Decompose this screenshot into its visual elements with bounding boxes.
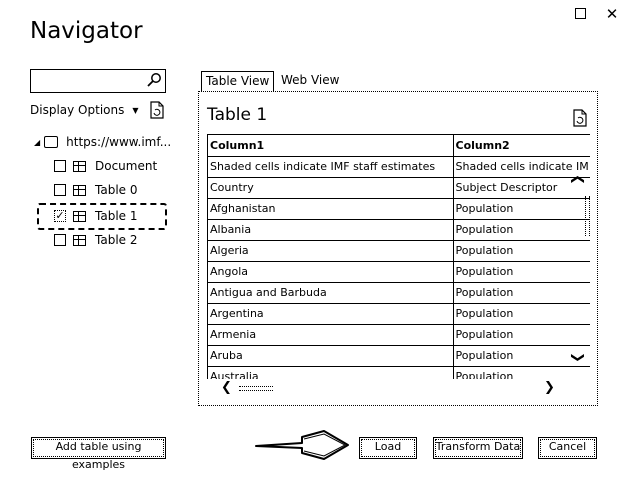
table-row: Shaded cells indicate IMF staff estimate… xyxy=(208,156,590,178)
expand-icon[interactable]: ◢ xyxy=(34,138,40,147)
search-icon[interactable] xyxy=(146,72,162,88)
table-row: Algeria Population xyxy=(208,240,590,262)
chevron-down-icon: ▼ xyxy=(132,106,139,115)
table-cell: Population xyxy=(453,219,590,241)
arrow-annotation-icon xyxy=(255,430,349,460)
tree-item-label: Table 0 xyxy=(95,183,138,197)
tree-root-label: https://www.imf... xyxy=(66,135,172,149)
column-header: Column2 xyxy=(453,135,590,157)
checkbox[interactable] xyxy=(54,234,66,246)
table-cell: Australia xyxy=(208,366,454,379)
column-header: Column1 xyxy=(208,135,454,157)
horizontal-scrollbar[interactable] xyxy=(239,386,273,391)
table-cell: Population xyxy=(453,198,590,220)
table-cell: Afghanistan xyxy=(208,198,454,220)
display-options-label: Display Options xyxy=(30,103,125,117)
table-row: Aruba Population xyxy=(208,345,590,367)
table-row: Country Subject Descriptor xyxy=(208,177,590,199)
add-table-using-examples-button[interactable]: Add table using examples xyxy=(31,437,166,471)
table-row: Angola Population xyxy=(208,261,590,283)
tree-item-label: Document xyxy=(95,159,158,173)
vertical-scrollbar[interactable] xyxy=(585,196,590,236)
refresh-icon[interactable] xyxy=(149,101,165,119)
tree-item-document[interactable]: Document xyxy=(54,157,157,175)
maximize-icon[interactable] xyxy=(570,4,590,24)
tree-item-table-1[interactable]: ✓ Table 1 xyxy=(54,207,137,225)
table-row: Albania Population xyxy=(208,219,590,241)
table-icon xyxy=(73,210,86,222)
web-source-icon xyxy=(44,136,59,148)
table-cell: Country xyxy=(208,177,454,199)
tree-item-table-2[interactable]: Table 2 xyxy=(54,231,137,249)
cancel-button[interactable]: Cancel xyxy=(538,437,597,459)
table-cell: Argentina xyxy=(208,303,454,325)
table-header-row: Column1 Column2 xyxy=(208,135,590,157)
preview-pane: Table 1 Column1 Column2 Shaded cells ind… xyxy=(198,91,598,406)
table-cell: Angola xyxy=(208,261,454,283)
table-cell: Albania xyxy=(208,219,454,241)
scroll-up-icon[interactable]: ❯ xyxy=(570,174,585,185)
table-row: Australia Population xyxy=(208,366,590,379)
load-button[interactable]: Load xyxy=(359,437,417,459)
table-cell: Aruba xyxy=(208,345,454,367)
display-options-dropdown[interactable]: Display Options ▼ xyxy=(30,103,139,117)
table-cell: Algeria xyxy=(208,240,454,262)
table-row: Armenia Population xyxy=(208,324,590,346)
scroll-right-icon[interactable]: ❯ xyxy=(544,380,555,395)
table-row: Argentina Population xyxy=(208,303,590,325)
close-icon[interactable]: ✕ xyxy=(602,4,622,24)
transform-data-button[interactable]: Transform Data xyxy=(433,437,523,459)
table-cell: Population xyxy=(453,261,590,283)
scroll-down-icon[interactable]: ❯ xyxy=(570,352,585,363)
table-row: Antigua and Barbuda Population xyxy=(208,282,590,304)
table-cell: Population xyxy=(453,324,590,346)
table-cell: Shaded cells indicate IMF staff estimate… xyxy=(208,156,454,178)
preview-title: Table 1 xyxy=(207,105,268,125)
tree-item-label: Table 2 xyxy=(95,233,138,247)
table-icon xyxy=(73,184,86,196)
table-icon xyxy=(73,234,86,246)
tree-item-label: Table 1 xyxy=(95,209,138,223)
search-input[interactable] xyxy=(30,69,166,93)
tree-item-table-0[interactable]: Table 0 xyxy=(54,181,137,199)
table-row: Afghanistan Population xyxy=(208,198,590,220)
table-icon xyxy=(73,160,86,172)
checkbox-checked[interactable]: ✓ xyxy=(54,210,66,222)
table-cell: Population xyxy=(453,303,590,325)
tab-table-view[interactable]: Table View xyxy=(201,71,275,91)
window-title: Navigator xyxy=(30,18,143,44)
refresh-icon[interactable] xyxy=(572,109,588,127)
table-cell: Population xyxy=(453,240,590,262)
checkbox[interactable] xyxy=(54,184,66,196)
checkbox[interactable] xyxy=(54,160,66,172)
tab-web-view[interactable]: Web View xyxy=(277,71,343,91)
table-cell: Population xyxy=(453,282,590,304)
table-cell: Population xyxy=(453,366,590,379)
tree-root-source[interactable]: ◢ https://www.imf... xyxy=(34,133,171,151)
scroll-left-icon[interactable]: ❮ xyxy=(221,380,232,395)
table-cell: Armenia xyxy=(208,324,454,346)
table-cell: Antigua and Barbuda xyxy=(208,282,454,304)
preview-table[interactable]: Column1 Column2 Shaded cells indicate IM… xyxy=(207,134,590,379)
